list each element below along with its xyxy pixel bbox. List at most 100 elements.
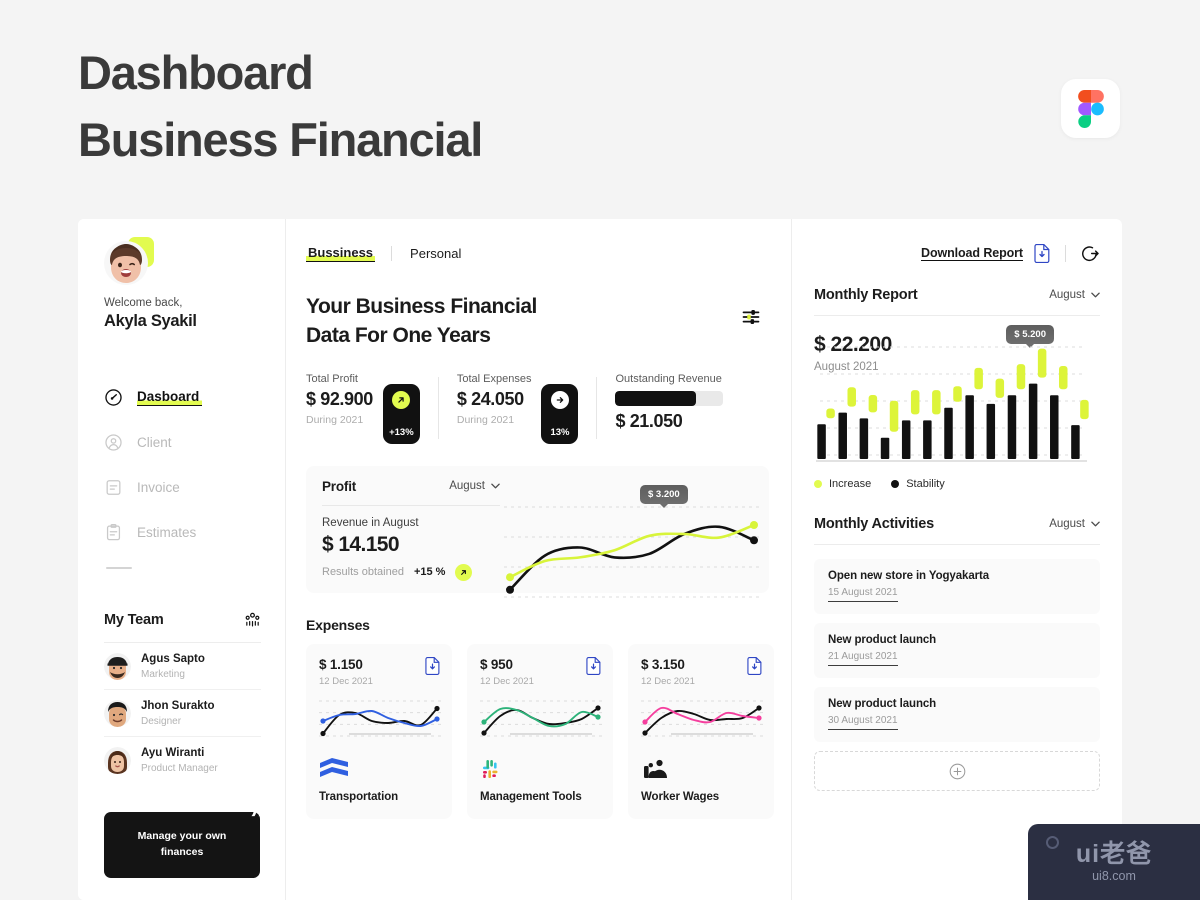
monthly-report-title: Monthly Report xyxy=(814,287,918,303)
worker-people-icon xyxy=(641,755,762,781)
sidebar-item-dasboard[interactable]: Dasboard xyxy=(104,375,261,420)
legend-item-increase: Increase xyxy=(814,478,871,490)
stat-divider xyxy=(437,376,439,439)
file-download-icon[interactable] xyxy=(1034,243,1050,263)
avatar-image xyxy=(104,241,148,285)
right-column: Download Report Monthly Report August $ … xyxy=(792,219,1122,900)
team-member-role: Marketing xyxy=(141,668,185,680)
dashboard-page: Dashboard Business Financial Welcome bac… xyxy=(0,0,1200,900)
welcome-label: Welcome back, xyxy=(104,297,183,309)
tab-bussiness[interactable]: Bussiness xyxy=(306,244,376,262)
plus-circle-icon xyxy=(949,763,965,779)
expenses-row: $ 1.150 12 Dec 2021 Transportation $ 950… xyxy=(306,643,774,819)
expense-amount: $ 1.150 xyxy=(319,656,363,672)
tab-bar: Bussiness Personal xyxy=(306,237,769,269)
chevron-down-icon xyxy=(1091,292,1100,298)
sidebar-item-estimates[interactable]: Estimates xyxy=(104,510,261,555)
monthly-activities-title: Monthly Activities xyxy=(814,516,934,532)
page-title-line2: Business Financial xyxy=(78,112,483,166)
expense-card-transportation[interactable]: $ 1.150 12 Dec 2021 Transportation xyxy=(306,643,452,819)
monthly-activities-header: Monthly Activities August xyxy=(814,516,1100,532)
month-select[interactable]: August xyxy=(1049,289,1100,301)
month-select[interactable]: August xyxy=(449,480,500,492)
center-column: Bussiness Personal Your Business Financi… xyxy=(286,219,792,900)
card-title: Profit xyxy=(322,478,357,494)
chevron-down-icon xyxy=(1091,521,1100,527)
list-item[interactable]: Open new store in Yogyakarta 15 August 2… xyxy=(814,559,1100,614)
stat-divider xyxy=(596,376,598,439)
stat-sub: During 2021 xyxy=(306,413,364,426)
sliders-filter-icon[interactable] xyxy=(741,307,761,327)
ring-icon xyxy=(1046,836,1059,849)
stat-label: Total Profit xyxy=(306,372,358,385)
add-activity-button[interactable] xyxy=(814,751,1100,791)
month-select-value: August xyxy=(1049,518,1085,530)
bar-chart xyxy=(816,346,1089,462)
stat-label: Total Expenses xyxy=(456,372,532,385)
expense-name: Transportation xyxy=(319,790,399,803)
sidebar-item-client[interactable]: Client xyxy=(104,420,261,465)
list-item[interactable]: Agus Sapto Marketing xyxy=(104,643,261,691)
avatar xyxy=(104,747,131,775)
progress-bar xyxy=(615,390,724,406)
expense-card-worker-wages[interactable]: $ 3.150 12 Dec 2021 Worker Wages xyxy=(628,643,774,819)
people-group-icon[interactable] xyxy=(244,611,261,628)
profit-foot-label: Results obtained xyxy=(322,566,404,579)
watermark-logo: ui老爸 xyxy=(1075,839,1153,868)
file-download-icon[interactable] xyxy=(425,656,440,675)
sidebar-item-label: Client xyxy=(137,435,172,450)
stats-row: Total Profit $ 92.900 During 2021 +13% T… xyxy=(306,373,769,444)
section-title: Your Business Financial Data For One Yea… xyxy=(306,293,769,351)
divider xyxy=(814,315,1100,316)
watermark: ui老爸 ui8.com xyxy=(1028,824,1200,900)
tab-personal[interactable]: Personal xyxy=(408,246,463,261)
month-select-value: August xyxy=(1049,289,1085,301)
stat-total-expenses: Total Expenses $ 24.050 During 2021 13% xyxy=(457,373,579,444)
team-member-name: Ayu Wiranti xyxy=(141,747,205,760)
invoice-icon xyxy=(106,480,121,495)
divider xyxy=(814,544,1100,545)
sidebar-item-label: Invoice xyxy=(137,480,180,495)
expenses-title: Expenses xyxy=(306,616,370,633)
main-content: Bussiness Personal Your Business Financi… xyxy=(286,219,1122,900)
logout-icon[interactable] xyxy=(1081,244,1100,263)
expense-name: Worker Wages xyxy=(641,790,720,803)
profit-chart: $ 3.200 xyxy=(500,479,760,598)
avatar xyxy=(104,700,131,728)
profit-line-chart xyxy=(504,506,760,598)
list-item[interactable]: New product launch 30 August 2021 xyxy=(814,687,1100,742)
download-report-button[interactable]: Download Report xyxy=(921,246,1023,261)
progress-bar-fill xyxy=(615,390,697,406)
list-item[interactable]: Ayu Wiranti Product Manager xyxy=(104,737,261,783)
sidebar-item-invoice[interactable]: Invoice xyxy=(104,465,261,510)
user-name: Akyla Syakil xyxy=(104,312,197,330)
avatar xyxy=(104,237,154,285)
legend-dot xyxy=(891,480,900,488)
status-badge: 13% xyxy=(541,383,579,444)
divider xyxy=(322,504,500,506)
file-download-icon[interactable] xyxy=(747,656,762,675)
list-item[interactable]: Jhon Surakto Designer xyxy=(104,690,261,738)
expense-card-management-tools[interactable]: $ 950 12 Dec 2021 Management Tools xyxy=(467,643,613,819)
arrow-up-right-icon xyxy=(455,563,473,581)
section-title-line1: Your Business Financial xyxy=(306,295,537,318)
watermark-url: ui8.com xyxy=(1092,868,1136,883)
stat-value: $ 24.050 xyxy=(456,388,524,409)
chevron-down-icon xyxy=(491,483,500,489)
avatar xyxy=(104,653,131,680)
stat-outstanding-revenue: Outstanding Revenue $ 21.050 xyxy=(615,373,724,432)
monthly-report-header: Monthly Report August xyxy=(814,287,1100,303)
figma-logo-badge xyxy=(1061,79,1120,138)
stat-total-profit: Total Profit $ 92.900 During 2021 +13% xyxy=(306,373,420,444)
quote-mark-icon: ” xyxy=(96,858,113,896)
dashboard-icon xyxy=(105,389,122,406)
profit-card: Profit August Revenue in August $ 14.150… xyxy=(306,465,769,598)
month-select[interactable]: August xyxy=(1049,518,1100,530)
month-select-value: August xyxy=(449,480,485,493)
list-item[interactable]: New product launch 21 August 2021 xyxy=(814,623,1100,678)
topbar-actions: Download Report xyxy=(921,237,1100,269)
arrow-up-right-icon xyxy=(392,390,411,409)
promo-card[interactable]: ” ” Manage your own finances xyxy=(96,802,266,896)
file-download-icon[interactable] xyxy=(586,656,601,675)
legend-label: Stability xyxy=(906,478,945,490)
